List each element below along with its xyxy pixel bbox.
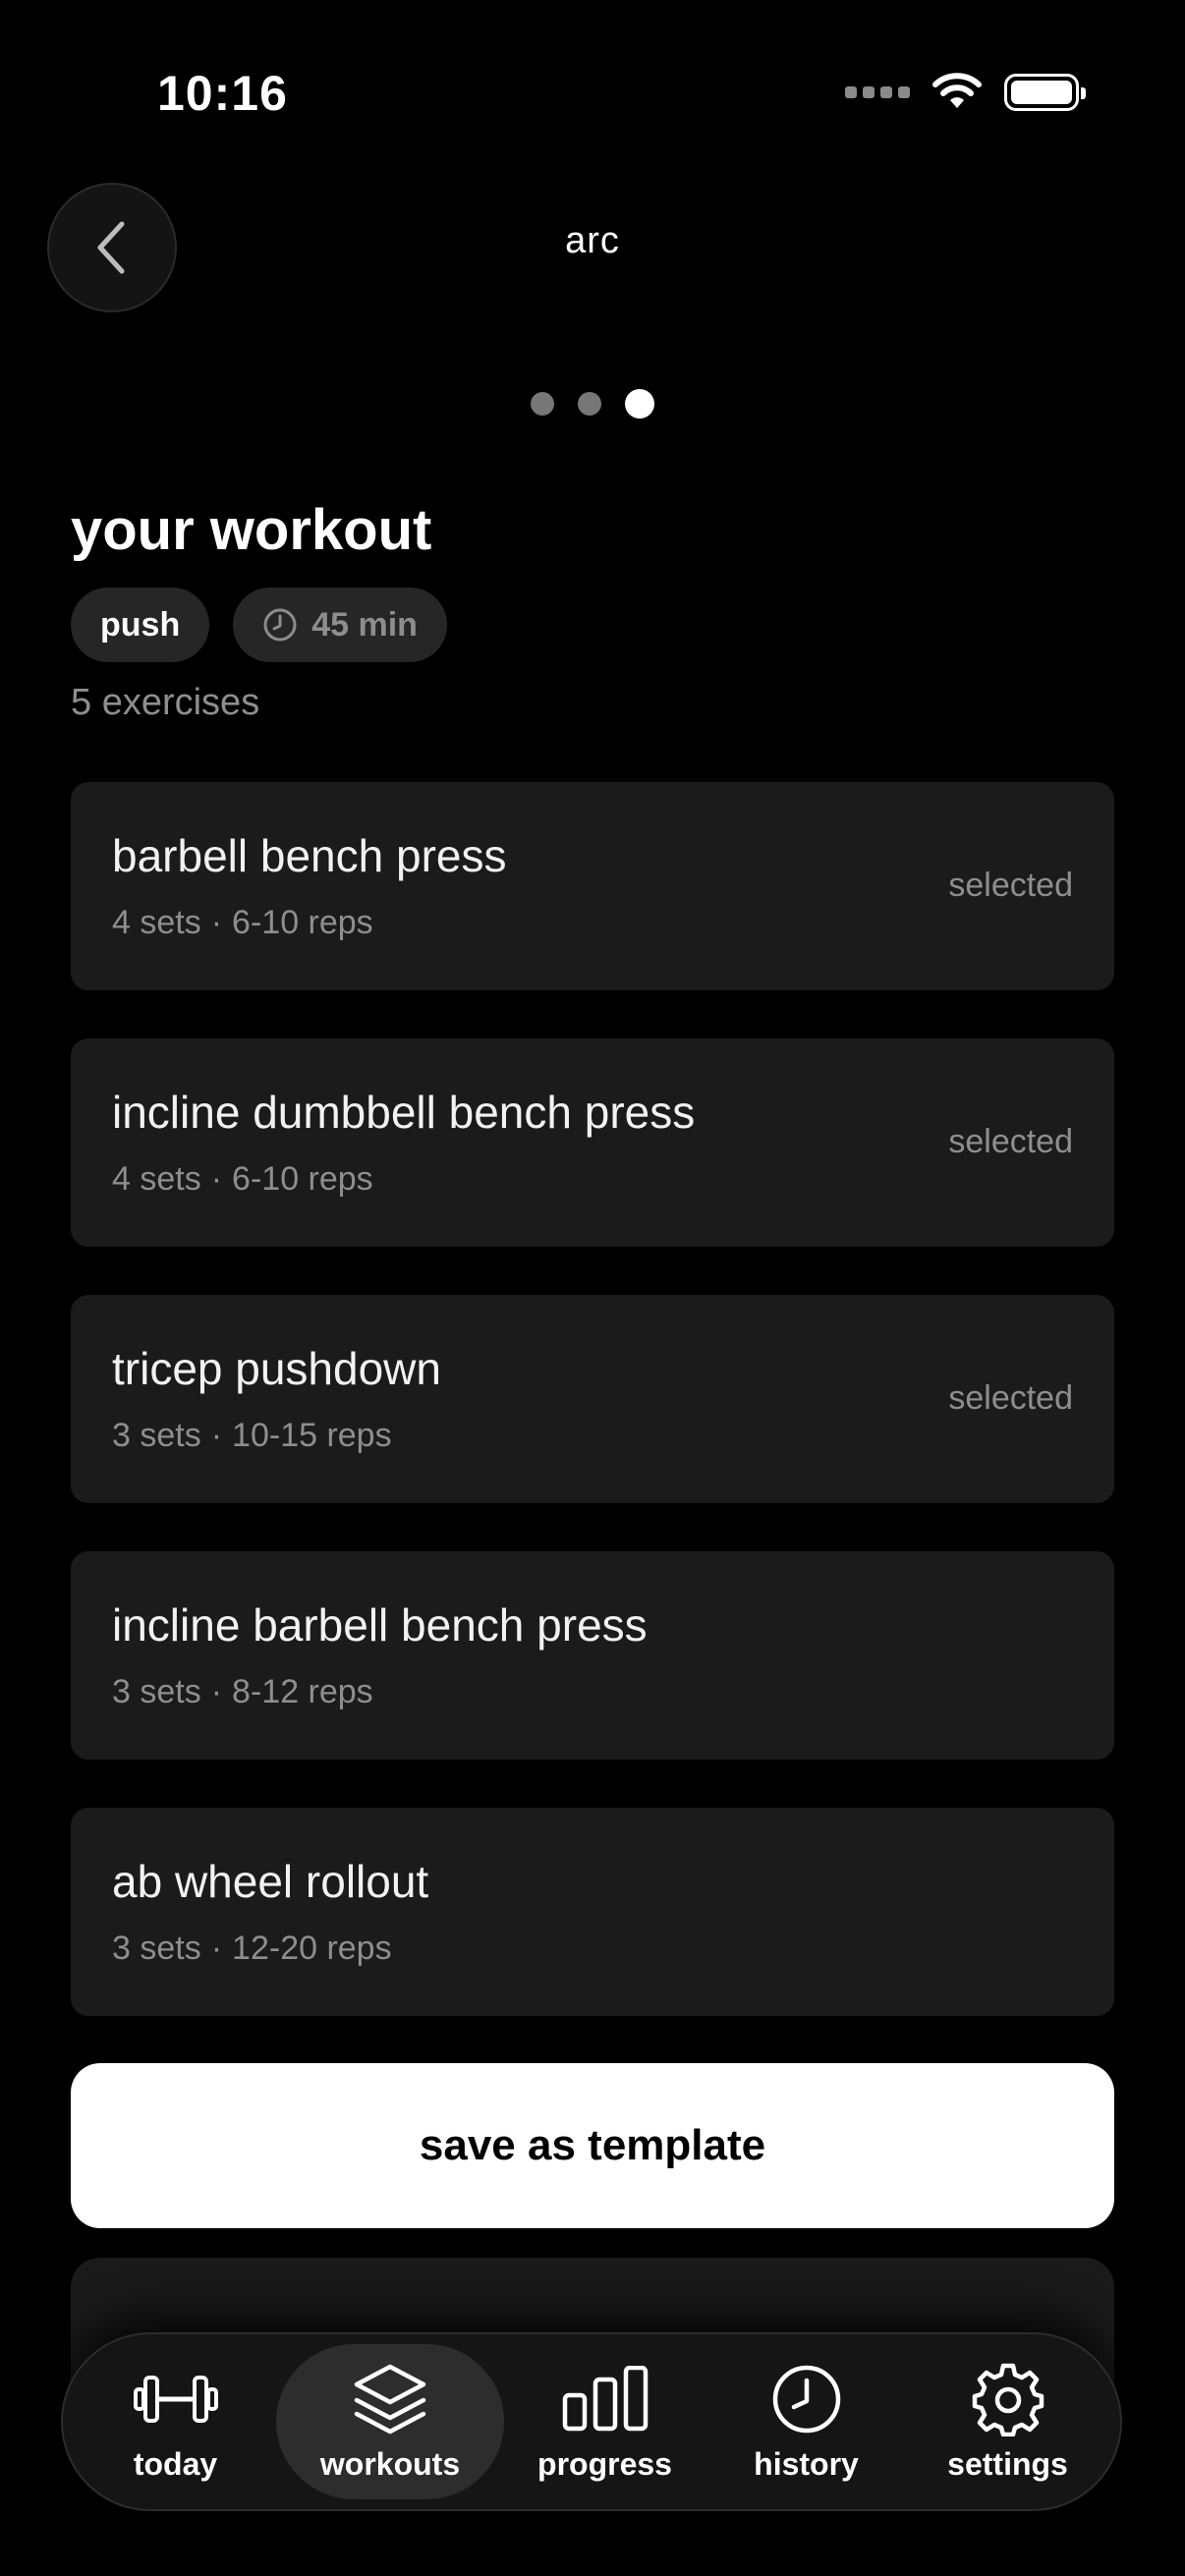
tab-progress[interactable]: progress bbox=[504, 2344, 705, 2499]
screen: 10:16 arc your workout push 45 min 5 exe… bbox=[0, 0, 1185, 2576]
tab-label: workouts bbox=[319, 2445, 461, 2482]
workout-chips: push 45 min bbox=[71, 588, 447, 662]
split-chip: push bbox=[71, 588, 210, 662]
exercise-sets: 3 sets bbox=[112, 1417, 201, 1454]
exercise-meta: 4 sets · 6-10 reps bbox=[112, 1160, 373, 1198]
duration-chip: 45 min bbox=[233, 588, 447, 662]
tab-label: settings bbox=[947, 2445, 1068, 2482]
exercise-reps: 6-10 reps bbox=[232, 1160, 373, 1198]
exercise-card[interactable]: tricep pushdown 3 sets · 10-15 reps select… bbox=[71, 1295, 1114, 1503]
app-logo: arc bbox=[565, 220, 620, 261]
exercise-meta: 3 sets · 10-15 reps bbox=[112, 1417, 392, 1454]
exercise-count: 5 exercises bbox=[71, 682, 260, 723]
exercise-meta: 3 sets · 8-12 reps bbox=[112, 1673, 373, 1710]
status-time: 10:16 bbox=[157, 66, 288, 121]
status-icons bbox=[845, 73, 1086, 112]
duration-chip-label: 45 min bbox=[311, 605, 418, 644]
exercise-card[interactable]: incline barbell bench press 3 sets · 8-12 … bbox=[71, 1551, 1114, 1760]
tab-history[interactable]: history bbox=[705, 2344, 907, 2499]
exercise-name: incline barbell bench press bbox=[112, 1599, 648, 1651]
exercise-name: tricep pushdown bbox=[112, 1343, 441, 1394]
exercise-card[interactable]: barbell bench press 4 sets · 6-10 reps sel… bbox=[71, 782, 1114, 990]
exercise-name: barbell bench press bbox=[112, 830, 507, 881]
page-dot-1 bbox=[531, 392, 554, 416]
cellular-signal-icon bbox=[845, 86, 910, 98]
exercise-reps: 12-20 reps bbox=[232, 1930, 392, 1967]
exercise-name: incline dumbbell bench press bbox=[112, 1087, 696, 1138]
exercise-reps: 8-12 reps bbox=[232, 1673, 373, 1710]
exercise-meta: 3 sets · 12-20 reps bbox=[112, 1930, 392, 1967]
tab-settings[interactable]: settings bbox=[907, 2344, 1108, 2499]
tab-bar: today workouts progress history settings bbox=[61, 2332, 1122, 2511]
exercise-name: ab wheel rollout bbox=[112, 1856, 429, 1907]
layers-icon bbox=[353, 2362, 427, 2436]
exercise-reps: 10-15 reps bbox=[232, 1417, 392, 1454]
page-title: your workout bbox=[71, 498, 432, 562]
exercise-sets: 3 sets bbox=[112, 1673, 201, 1710]
tab-workouts[interactable]: workouts bbox=[276, 2344, 504, 2499]
clock-icon bbox=[262, 607, 298, 643]
clock-icon bbox=[770, 2362, 843, 2436]
battery-icon bbox=[1004, 74, 1086, 111]
exercise-card[interactable]: incline dumbbell bench press 4 sets · 6-10… bbox=[71, 1038, 1114, 1247]
exercise-sets: 4 sets bbox=[112, 904, 201, 941]
exercise-reps: 6-10 reps bbox=[232, 904, 373, 941]
split-chip-label: push bbox=[100, 605, 181, 644]
exercise-status: selected bbox=[948, 1379, 1073, 1417]
dumbbell-icon bbox=[132, 2362, 220, 2436]
bar-chart-icon bbox=[561, 2362, 649, 2436]
tab-label: history bbox=[754, 2445, 859, 2482]
gear-icon bbox=[971, 2362, 1045, 2436]
exercise-sets: 4 sets bbox=[112, 1160, 201, 1198]
exercise-sets: 3 sets bbox=[112, 1930, 201, 1967]
save-as-template-button[interactable]: save as template bbox=[71, 2063, 1114, 2228]
exercise-card[interactable]: ab wheel rollout 3 sets · 12-20 reps bbox=[71, 1808, 1114, 2016]
tab-label: progress bbox=[537, 2445, 672, 2482]
wifi-icon bbox=[932, 73, 982, 108]
exercise-status: selected bbox=[948, 867, 1073, 904]
page-dot-3-active bbox=[625, 389, 654, 419]
page-indicator bbox=[0, 389, 1185, 419]
page-dot-2 bbox=[578, 392, 601, 416]
exercise-meta: 4 sets · 6-10 reps bbox=[112, 904, 373, 941]
tab-today[interactable]: today bbox=[75, 2344, 276, 2499]
exercise-status: selected bbox=[948, 1123, 1073, 1160]
tab-label: today bbox=[133, 2445, 218, 2482]
exercise-list: barbell bench press 4 sets · 6-10 reps sel… bbox=[71, 782, 1114, 2064]
